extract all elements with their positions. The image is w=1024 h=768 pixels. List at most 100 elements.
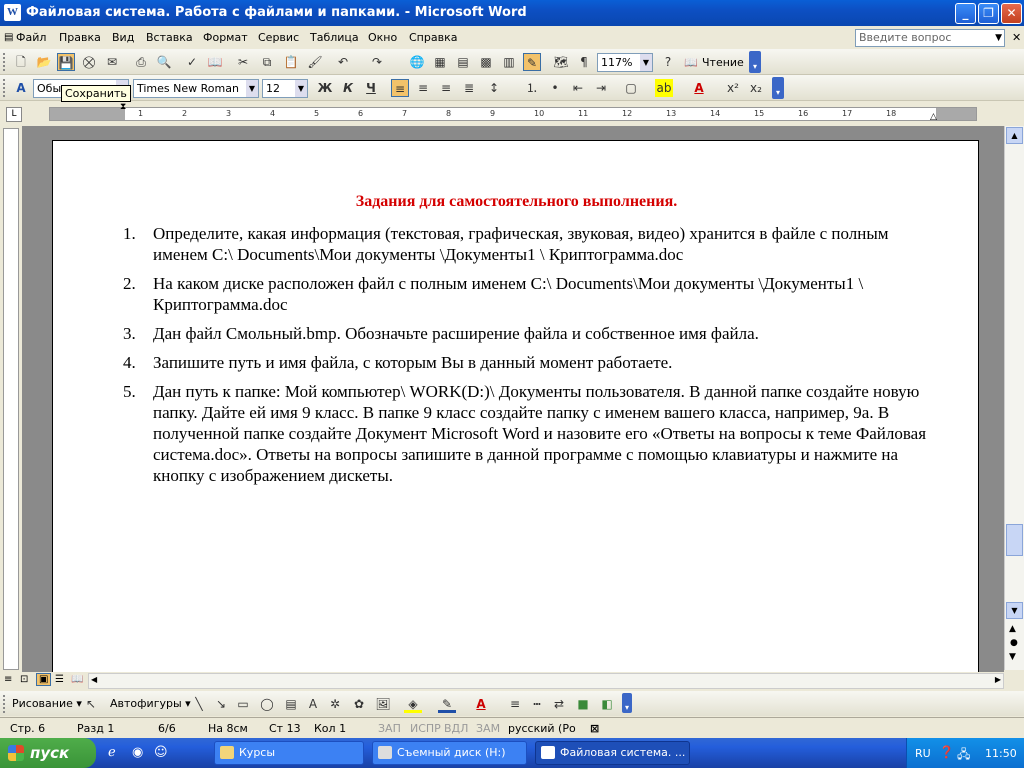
task-courses[interactable]: Курсы: [214, 741, 364, 765]
line-icon[interactable]: ╲: [190, 695, 208, 713]
wordart-icon[interactable]: A: [304, 695, 322, 713]
toolbar-grip[interactable]: [3, 79, 6, 97]
insert-excel-icon[interactable]: ▩: [477, 53, 495, 71]
toolbar-grip[interactable]: [3, 53, 6, 71]
menu-table[interactable]: Таблица: [310, 31, 359, 44]
print-icon[interactable]: ⎙: [132, 53, 150, 71]
scroll-thumb[interactable]: [1006, 524, 1023, 556]
new-document-icon[interactable]: 🗋: [12, 53, 30, 71]
numbering-icon[interactable]: ⒈: [523, 79, 541, 97]
ruler-bar[interactable]: 1 2 3 4 5 6 7 8 9 10 11 12 13 14 15 16 1…: [49, 102, 977, 122]
line-style-icon[interactable]: ≡: [506, 695, 524, 713]
scroll-up-icon[interactable]: ▲: [1006, 127, 1023, 144]
web-view-icon[interactable]: ⊡: [20, 674, 28, 685]
task-removable-disk[interactable]: Съемный диск (H:): [372, 741, 527, 765]
scroll-right-icon[interactable]: ▶: [995, 675, 1001, 684]
superscript-icon[interactable]: x²: [724, 79, 742, 97]
network-tray-icon[interactable]: 🖧: [957, 745, 970, 766]
paste-icon[interactable]: 📋: [282, 53, 300, 71]
menu-view[interactable]: Вид: [112, 31, 134, 44]
minimize-button[interactable]: _: [955, 3, 976, 24]
dash-style-icon[interactable]: ┅: [528, 695, 546, 713]
close-button[interactable]: ✕: [1001, 3, 1022, 24]
cut-icon[interactable]: ✂: [234, 53, 252, 71]
help-tray-icon[interactable]: ❓: [939, 745, 954, 759]
font-size-select[interactable]: 12 ▼: [262, 79, 308, 98]
status-track[interactable]: ИСПР: [410, 722, 441, 735]
word-app-icon[interactable]: W: [4, 4, 21, 21]
rectangle-icon[interactable]: ▭: [234, 695, 252, 713]
arrow-icon[interactable]: ↘: [212, 695, 230, 713]
textbox-icon[interactable]: ▤: [282, 695, 300, 713]
3d-icon[interactable]: ◧: [598, 695, 616, 713]
next-page-icon[interactable]: ▼: [1009, 652, 1016, 662]
insert-table-icon[interactable]: ▤: [454, 53, 472, 71]
align-right-icon[interactable]: ≡: [437, 79, 455, 97]
copy-icon[interactable]: ⧉: [258, 53, 276, 71]
styles-icon[interactable]: A: [12, 79, 30, 97]
ie-icon[interactable]: ℯ: [108, 745, 116, 760]
vertical-scrollbar[interactable]: ▲ ▼ ▲ ● ▼: [1004, 126, 1024, 670]
normal-view-icon[interactable]: ≡: [4, 674, 12, 685]
bullets-icon[interactable]: •: [546, 79, 564, 97]
oval-icon[interactable]: ◯: [258, 695, 276, 713]
menu-tools[interactable]: Сервис: [258, 31, 299, 44]
chevron-down-icon[interactable]: ▼: [995, 30, 1002, 46]
tables-borders-icon[interactable]: ▦: [431, 53, 449, 71]
align-left-icon[interactable]: ≡: [391, 79, 409, 97]
vertical-ruler[interactable]: [3, 128, 19, 670]
shadow-icon[interactable]: ■: [574, 695, 592, 713]
toolbar-options-icon[interactable]: ▾: [622, 693, 632, 713]
increase-indent-icon[interactable]: ⇥: [592, 79, 610, 97]
line-color-icon[interactable]: ✎: [438, 695, 456, 713]
ask-question-input[interactable]: Введите вопрос ▼: [855, 29, 1005, 47]
email-icon[interactable]: ✉: [103, 53, 121, 71]
italic-button[interactable]: К: [339, 79, 357, 97]
start-button[interactable]: пуск: [0, 738, 96, 768]
zoom-select[interactable]: 117% ▼: [597, 53, 653, 72]
print-layout-icon[interactable]: ▣: [36, 673, 52, 686]
permission-icon[interactable]: ⛒: [80, 53, 98, 71]
decrease-indent-icon[interactable]: ⇤: [569, 79, 587, 97]
diagram-icon[interactable]: ✲: [326, 695, 344, 713]
save-icon[interactable]: 💾: [57, 53, 75, 71]
media-player-icon[interactable]: ◉: [132, 745, 143, 760]
hyperlink-icon[interactable]: 🌐: [408, 53, 426, 71]
redo-icon[interactable]: ↷: [368, 53, 386, 71]
prev-page-icon[interactable]: ▲: [1009, 624, 1016, 634]
horizontal-scrollbar[interactable]: ◀ ▶: [88, 673, 1004, 689]
research-icon[interactable]: 📖: [206, 53, 224, 71]
arrow-style-icon[interactable]: ⇄: [550, 695, 568, 713]
menu-edit[interactable]: Правка: [59, 31, 101, 44]
doc-menu-icon[interactable]: ▤: [4, 32, 13, 43]
show-hide-icon[interactable]: ¶: [575, 53, 593, 71]
close-doc-icon[interactable]: ✕: [1012, 31, 1021, 44]
help-icon[interactable]: ?: [659, 53, 677, 71]
menu-help[interactable]: Справка: [409, 31, 457, 44]
spelling-icon[interactable]: ✓: [183, 53, 201, 71]
scroll-down-icon[interactable]: ▼: [1006, 602, 1023, 619]
reading-view-icon[interactable]: 📖: [71, 674, 83, 685]
font-select[interactable]: Times New Roman ▼: [133, 79, 259, 98]
spelling-status-icon[interactable]: ⊠: [590, 722, 599, 735]
toolbar-grip[interactable]: [3, 695, 6, 713]
status-ovr[interactable]: ЗАМ: [476, 722, 500, 735]
format-painter-icon[interactable]: 🖌: [306, 53, 324, 71]
fill-color-icon[interactable]: ◈: [404, 695, 422, 713]
browse-object-icon[interactable]: ●: [1010, 638, 1018, 648]
font-color-icon[interactable]: A: [472, 695, 490, 713]
columns-icon[interactable]: ▥: [500, 53, 518, 71]
undo-icon[interactable]: ↶: [334, 53, 352, 71]
chevron-down-icon[interactable]: ▼: [640, 54, 652, 71]
line-spacing-icon[interactable]: ↕: [485, 79, 503, 97]
indent-marker-icon[interactable]: ⧗: [120, 102, 126, 112]
chevron-down-icon[interactable]: ▼: [246, 80, 258, 97]
tab-selector-icon[interactable]: L: [6, 107, 22, 122]
document-page[interactable]: Задания для самостоятельного выполнения.…: [52, 140, 979, 680]
open-folder-icon[interactable]: 📂: [35, 53, 53, 71]
status-rec[interactable]: ЗАП: [378, 722, 401, 735]
drawing-icon[interactable]: ✎: [523, 53, 541, 71]
picture-icon[interactable]: 🖼: [374, 695, 392, 713]
print-preview-icon[interactable]: 🔍: [155, 53, 173, 71]
drawing-menu[interactable]: Рисование ▾: [12, 697, 82, 710]
